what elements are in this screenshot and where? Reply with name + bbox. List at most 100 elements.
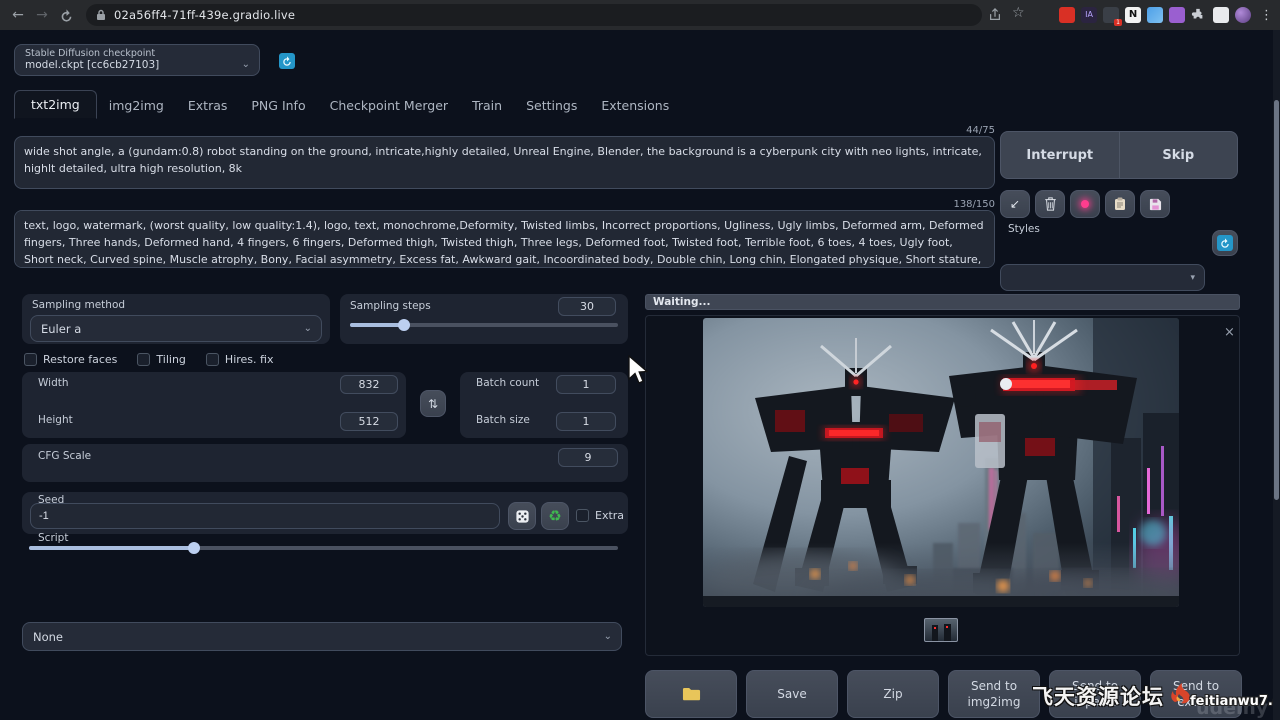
extensions-strip: IA 1 N ⋮ xyxy=(1059,3,1276,27)
checkpoint-value: model.ckpt [cc6cb27103] xyxy=(25,59,159,71)
progress-text: Waiting... xyxy=(653,296,710,308)
seed-extra-checkbox[interactable]: Extra xyxy=(576,509,624,522)
close-icon[interactable]: × xyxy=(1224,325,1235,340)
sampling-method-group: Sampling method Euler a ⌄ xyxy=(22,294,330,344)
profile-avatar[interactable] xyxy=(1235,7,1251,23)
random-seed-button[interactable] xyxy=(508,502,536,530)
gallery-thumbnail[interactable] xyxy=(924,618,958,642)
reload-icon[interactable] xyxy=(54,3,78,27)
reuse-seed-button[interactable]: ♻ xyxy=(541,502,569,530)
ext-icon-purple[interactable] xyxy=(1169,7,1185,23)
negative-token-counter: 138/150 xyxy=(14,199,995,210)
script-label: Script xyxy=(38,532,68,544)
share-icon[interactable] xyxy=(988,7,1002,26)
puzzle-icon[interactable] xyxy=(1191,7,1207,23)
apply-styles-button[interactable] xyxy=(1105,190,1135,218)
refresh-icon xyxy=(1220,238,1230,248)
checkpoint-label: Stable Diffusion checkpoint xyxy=(25,48,155,59)
interrupt-button[interactable]: Interrupt xyxy=(1001,132,1120,178)
generated-image-preview[interactable] xyxy=(703,318,1179,607)
restore-faces-checkbox[interactable]: Restore faces xyxy=(24,353,117,366)
width-input[interactable]: 832 xyxy=(340,375,398,394)
tab-bar: txt2img img2img Extras PNG Info Checkpoi… xyxy=(14,90,681,119)
ext-icon-ia[interactable]: IA xyxy=(1081,7,1097,23)
sampling-steps-slider[interactable] xyxy=(350,323,618,327)
tab-train[interactable]: Train xyxy=(460,92,514,119)
chevron-down-icon: ▾ xyxy=(1190,273,1195,283)
ext-icon-blue[interactable] xyxy=(1147,7,1163,23)
styles-label: Styles xyxy=(1008,223,1040,235)
ext-icon-white[interactable] xyxy=(1213,7,1229,23)
swap-dimensions-button[interactable]: ⇅ xyxy=(420,390,446,417)
extra-networks-button[interactable] xyxy=(1070,190,1100,218)
sampling-steps-input[interactable]: 30 xyxy=(558,297,616,316)
prompt-tools: ↙ xyxy=(1000,190,1170,218)
refresh-styles-button[interactable] xyxy=(1212,230,1238,256)
mouse-cursor xyxy=(627,355,649,391)
zip-button[interactable]: Zip xyxy=(847,670,939,718)
seed-input[interactable] xyxy=(30,503,500,529)
skip-button[interactable]: Skip xyxy=(1120,132,1238,178)
progress-bar: Waiting... xyxy=(645,294,1240,310)
bookmark-star-icon[interactable]: ☆ xyxy=(1012,5,1025,21)
tab-settings[interactable]: Settings xyxy=(514,92,589,119)
lock-icon xyxy=(96,9,106,21)
height-input[interactable]: 512 xyxy=(340,412,398,431)
batch-count-input[interactable]: 1 xyxy=(556,375,616,394)
refresh-checkpoint-button[interactable] xyxy=(279,53,295,69)
batch-size-input[interactable]: 1 xyxy=(556,412,616,431)
script-value: None xyxy=(33,630,63,644)
script-dropdown[interactable]: None ⌄ xyxy=(22,622,622,651)
recycle-icon: ♻ xyxy=(548,507,561,525)
trash-icon xyxy=(1044,197,1057,211)
sampling-method-label: Sampling method xyxy=(32,299,330,311)
negative-prompt-input[interactable]: text, logo, watermark, (worst quality, l… xyxy=(14,210,995,268)
url-text: 02a56ff4-71ff-439e.gradio.live xyxy=(114,8,295,22)
prompt-token-counter: 44/75 xyxy=(14,125,995,136)
ext-icon-red[interactable] xyxy=(1059,7,1075,23)
floppy-icon xyxy=(1149,198,1162,211)
cfg-scale-input[interactable]: 9 xyxy=(558,448,618,467)
width-label: Width xyxy=(38,377,69,389)
clear-prompt-button[interactable] xyxy=(1035,190,1065,218)
dice-icon xyxy=(515,509,530,524)
cfg-scale-slider[interactable] xyxy=(29,546,618,550)
address-bar[interactable]: 02a56ff4-71ff-439e.gradio.live xyxy=(86,4,982,26)
chevron-down-icon: ⌄ xyxy=(242,59,250,70)
open-folder-button[interactable] xyxy=(645,670,737,718)
save-button[interactable]: Save xyxy=(746,670,838,718)
checkpoint-dropdown[interactable]: Stable Diffusion checkpoint model.ckpt [… xyxy=(14,44,260,76)
tab-txt2img[interactable]: txt2img xyxy=(14,90,97,119)
forward-icon[interactable]: → xyxy=(30,3,54,27)
browser-menu-icon[interactable]: ⋮ xyxy=(1257,8,1276,23)
paste-params-button[interactable]: ↙ xyxy=(1000,190,1030,218)
cfg-scale-label: CFG Scale xyxy=(38,450,91,462)
stable-diffusion-webui: ← → 02a56ff4-71ff-439e.gradio.live ☆ IA … xyxy=(0,0,1280,720)
back-icon[interactable]: ← xyxy=(6,3,30,27)
scrollbar-track[interactable] xyxy=(1273,30,1280,720)
scrollbar-thumb[interactable] xyxy=(1274,100,1279,500)
styles-dropdown[interactable]: ▾ xyxy=(1000,264,1205,291)
tab-extras[interactable]: Extras xyxy=(176,92,240,119)
tab-checkpoint-merger[interactable]: Checkpoint Merger xyxy=(318,92,460,119)
sampling-method-dropdown[interactable]: Euler a ⌄ xyxy=(30,315,322,342)
watermark-domain: feitianwu7.com xyxy=(1190,694,1280,709)
batch-count-label: Batch count xyxy=(476,377,539,389)
tiling-checkbox[interactable]: Tiling xyxy=(137,353,186,366)
ext-icon-n[interactable]: N xyxy=(1125,7,1141,23)
tab-extensions[interactable]: Extensions xyxy=(589,92,681,119)
tab-png-info[interactable]: PNG Info xyxy=(239,92,317,119)
prompt-input[interactable]: wide shot angle, a (gundam:0.8) robot st… xyxy=(14,136,995,189)
send-to-img2img-button[interactable]: Send to img2img xyxy=(948,670,1040,718)
height-label: Height xyxy=(38,414,73,426)
tab-img2img[interactable]: img2img xyxy=(97,92,176,119)
cfg-group xyxy=(22,444,628,482)
save-style-button[interactable] xyxy=(1140,190,1170,218)
ext-icon-avatar[interactable]: 1 xyxy=(1103,7,1119,23)
hires-fix-checkbox[interactable]: Hires. fix xyxy=(206,353,274,366)
folder-icon xyxy=(682,687,701,702)
sampling-method-value: Euler a xyxy=(41,322,81,336)
sampling-steps-group: Sampling steps 30 xyxy=(340,294,628,344)
chevron-down-icon: ⌄ xyxy=(604,631,612,642)
clipboard-icon xyxy=(1114,197,1126,211)
